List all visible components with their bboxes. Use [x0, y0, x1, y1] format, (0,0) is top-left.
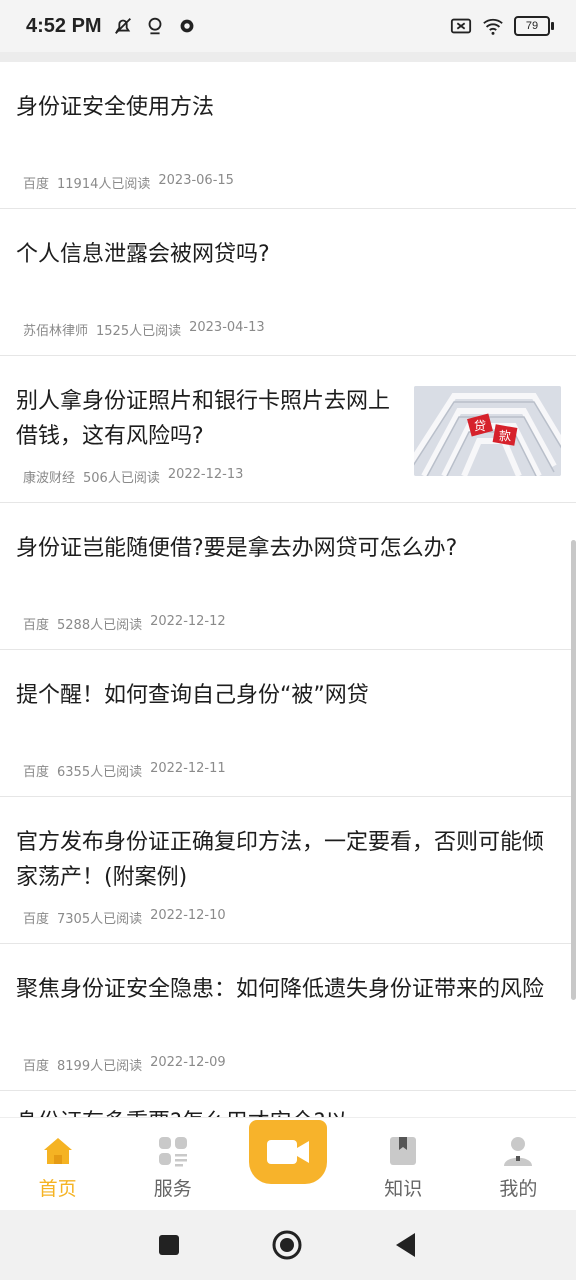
article-source: 百度 — [23, 912, 50, 927]
maze-image: 贷 款 — [414, 386, 561, 476]
thumb-text-2: 款 — [499, 429, 511, 443]
article-source: 百度 — [23, 765, 50, 780]
article-title: 官方发布身份证正确复印方法，一定要看，否则可能倾家荡产！(附案例) — [16, 830, 545, 890]
article-title: 身份证有多重要?怎么用才安全?以 — [16, 1105, 556, 1117]
article-date: 2022-12-10 — [150, 908, 226, 923]
back-triangle-icon[interactable] — [393, 1231, 419, 1259]
mute-bell-icon — [114, 18, 131, 34]
article-reads: 5288人已阅读 — [57, 618, 143, 633]
scrollbar[interactable] — [571, 540, 576, 1000]
article-date: 2023-04-13 — [189, 320, 265, 335]
article-thumbnail: 贷 款 — [414, 386, 561, 476]
article-title: 个人信息泄露会被网贷吗? — [16, 242, 270, 267]
article-reads: 7305人已阅读 — [57, 912, 143, 927]
article-item[interactable]: 身份证安全使用方法 百度 11914人已阅读 2023-06-15 — [0, 62, 576, 209]
article-source: 苏佰林律师 — [23, 324, 89, 339]
article-item[interactable]: 官方发布身份证正确复印方法，一定要看，否则可能倾家荡产！(附案例) 百度 730… — [0, 797, 576, 944]
video-camera-icon — [267, 1140, 309, 1164]
system-nav-bar — [0, 1210, 576, 1280]
nav-label-home: 首页 — [38, 1178, 77, 1200]
article-title: 提个醒！如何查询自己身份“被”网贷 — [16, 683, 369, 708]
user-profile-icon — [504, 1137, 533, 1166]
article-item[interactable]: 聚焦身份证安全隐患：如何降低遗失身份证带来的风险 百度 8199人已阅读 202… — [0, 944, 576, 1091]
nav-item-mine[interactable]: 我的 — [461, 1118, 576, 1211]
article-source: 百度 — [23, 1059, 50, 1074]
article-reads: 506人已阅读 — [83, 471, 160, 486]
article-title: 聚焦身份证安全隐患：如何降低遗失身份证带来的风险 — [16, 977, 545, 1002]
battery-indicator: 79 — [514, 16, 554, 36]
article-title: 身份证安全使用方法 — [16, 95, 215, 120]
home-icon — [43, 1138, 72, 1164]
sim-x-icon — [450, 18, 472, 34]
article-list[interactable]: 身份证安全使用方法 百度 11914人已阅读 2023-06-15 个人信息泄露… — [0, 62, 576, 1117]
article-source: 百度 — [23, 618, 50, 633]
location-icon — [148, 17, 162, 35]
article-meta: 康波财经 506人已阅读 2022-12-13 — [23, 467, 243, 486]
article-source: 康波财经 — [23, 471, 76, 486]
article-item[interactable]: 别人拿身份证照片和银行卡照片去网上借钱，这有风险吗? 贷 款 康波财经 506人… — [0, 356, 576, 503]
article-source: 百度 — [23, 177, 50, 192]
thumb-text-1: 贷 — [474, 419, 486, 433]
video-camera-button[interactable] — [249, 1120, 327, 1184]
article-reads: 1525人已阅读 — [96, 324, 182, 339]
article-date: 2022-12-13 — [167, 467, 244, 482]
nav-item-home[interactable]: 首页 — [0, 1118, 115, 1211]
article-item[interactable]: 提个醒！如何查询自己身份“被”网贷 百度 6355人已阅读 2022-12-11 — [0, 650, 576, 797]
article-item[interactable]: 个人信息泄露会被网贷吗? 苏佰林律师 1525人已阅读 2023-04-13 — [0, 209, 576, 356]
article-reads: 8199人已阅读 — [57, 1059, 143, 1074]
nav-item-service[interactable]: 服务 — [115, 1118, 230, 1211]
status-right: 79 — [450, 15, 554, 37]
article-title: 别人拿身份证照片和银行卡照片去网上借钱，这有风险吗? — [16, 389, 391, 449]
status-time: 4:52 PM — [26, 14, 102, 37]
nav-item-knowledge[interactable]: 知识 — [346, 1118, 461, 1211]
article-item[interactable]: 身份证岂能随便借?要是拿去办网贷可怎么办? 百度 5288人已阅读 2022-1… — [0, 503, 576, 650]
article-date: 2022-12-09 — [150, 1055, 226, 1070]
article-date: 2022-12-11 — [150, 761, 226, 776]
article-meta: 百度 11914人已阅读 2023-06-15 — [23, 173, 234, 192]
status-left: 4:52 PM — [26, 15, 198, 38]
settings-gear-icon — [180, 19, 194, 33]
article-reads: 6355人已阅读 — [57, 765, 143, 780]
article-item[interactable]: 身份证有多重要?怎么用才安全?以 — [0, 1091, 576, 1117]
recents-square-icon[interactable] — [157, 1233, 181, 1257]
article-title: 身份证岂能随便借?要是拿去办网贷可怎么办? — [16, 536, 458, 561]
article-meta: 百度 8199人已阅读 2022-12-09 — [23, 1055, 226, 1074]
article-meta: 百度 6355人已阅读 2022-12-11 — [23, 761, 226, 780]
header-divider — [0, 52, 576, 62]
article-meta: 苏佰林律师 1525人已阅读 2023-04-13 — [23, 320, 265, 339]
wifi-icon — [483, 18, 503, 35]
article-meta: 百度 5288人已阅读 2022-12-12 — [23, 614, 226, 633]
nav-label-knowledge: 知识 — [384, 1178, 423, 1200]
grid-service-icon — [158, 1137, 187, 1167]
article-date: 2022-12-12 — [150, 614, 226, 629]
home-circle-icon[interactable] — [271, 1229, 303, 1261]
article-date: 2023-06-15 — [158, 173, 234, 188]
article-meta: 百度 7305人已阅读 2022-12-10 — [23, 908, 226, 927]
nav-label-mine: 我的 — [499, 1178, 538, 1200]
article-reads: 11914人已阅读 — [57, 177, 151, 192]
status-bar: 4:52 PM 79 — [0, 0, 576, 52]
nav-label-service: 服务 — [153, 1178, 192, 1200]
book-bookmark-icon — [390, 1137, 417, 1165]
